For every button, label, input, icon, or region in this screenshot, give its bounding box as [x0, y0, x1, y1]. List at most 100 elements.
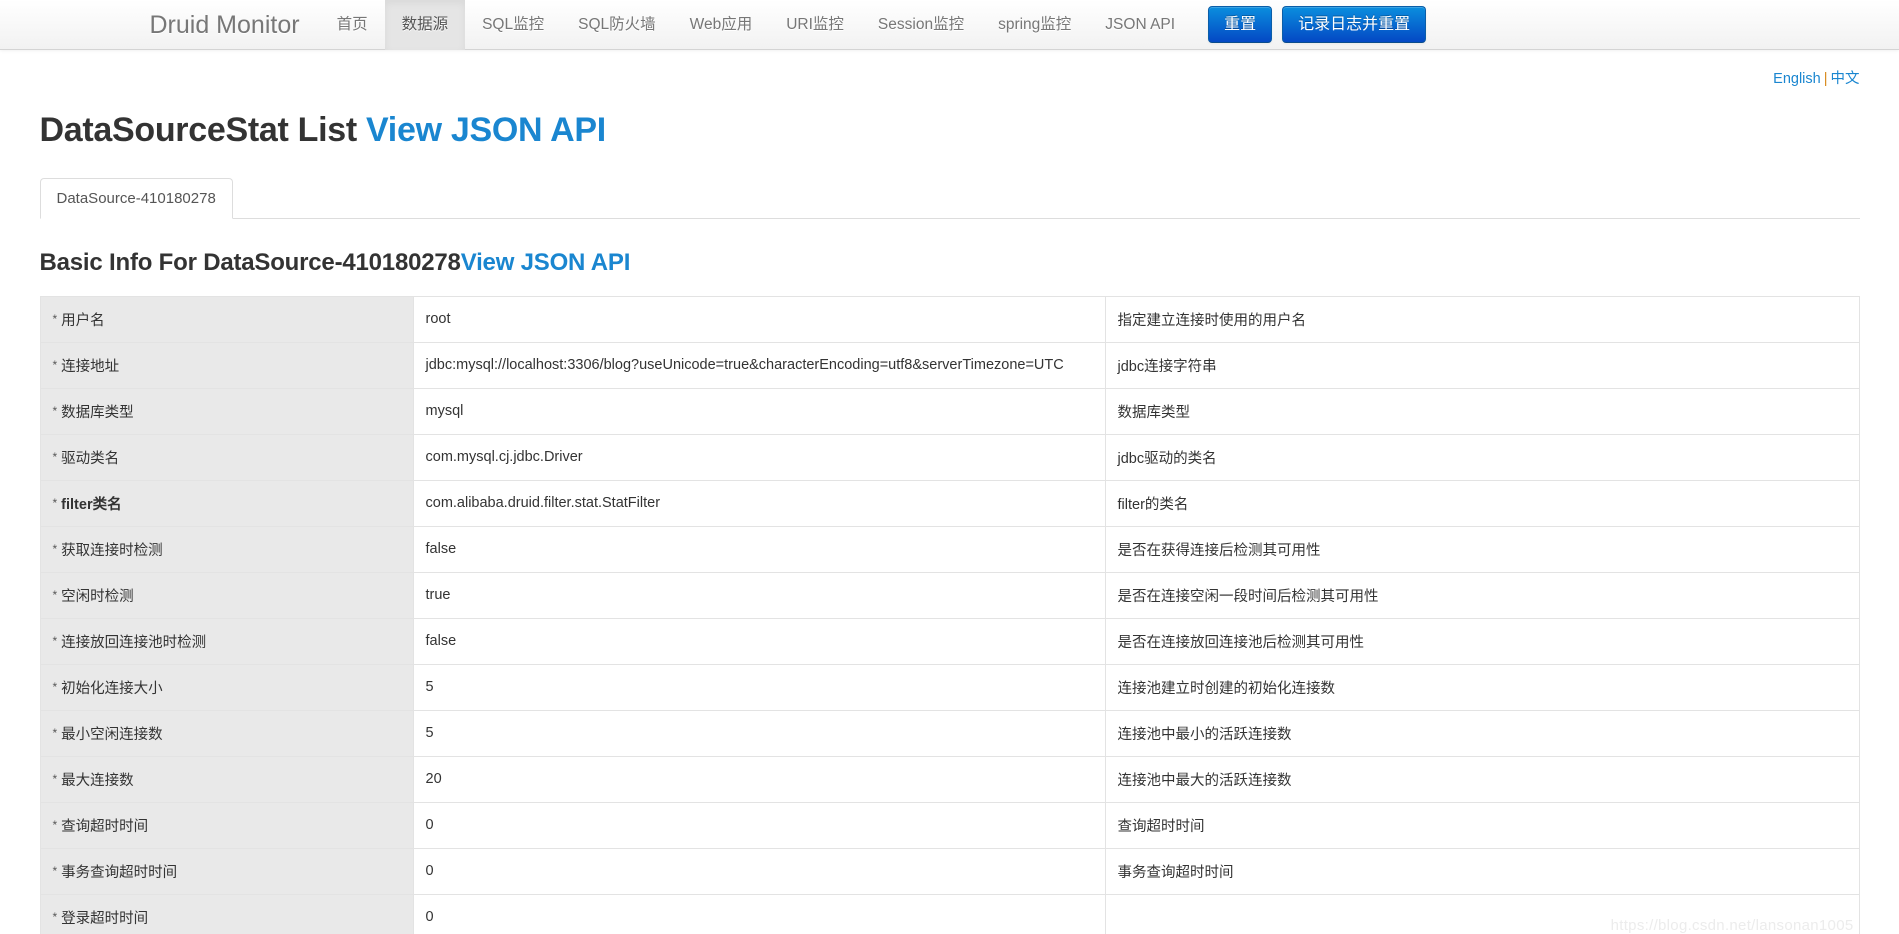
- row-label-text: 数据库类型: [61, 404, 134, 421]
- tab-datasource-410180278[interactable]: DataSource-410180278: [39, 177, 233, 219]
- row-description: jdbc连接字符串: [1105, 341, 1860, 389]
- row-label-text: 连接地址: [61, 358, 120, 375]
- page-title-text: DataSourceStat List: [39, 111, 358, 149]
- row-value: mysql: [413, 387, 1106, 435]
- nav-item-web-app-wrap: Web应用: [673, 0, 770, 49]
- nav-item-session-monitor[interactable]: Session监控: [861, 0, 981, 50]
- nav-item-session-monitor-wrap: Session监控: [861, 0, 981, 49]
- row-value: 5: [413, 709, 1106, 757]
- required-star: *: [52, 725, 58, 740]
- nav-item-sql-firewall-wrap: SQL防火墙: [561, 0, 673, 49]
- table-row: * 获取连接时检测 false 是否在获得连接后检测其可用性: [39, 525, 1860, 573]
- row-description: [1105, 893, 1860, 934]
- row-label: * 获取连接时检测: [39, 525, 414, 573]
- row-description: filter的类名: [1105, 479, 1860, 527]
- basic-info-heading: Basic Info For DataSource-410180278View …: [40, 248, 1860, 278]
- row-label-text: 登录超时时间: [61, 910, 149, 927]
- table-row: * 登录超时时间 0: [39, 893, 1860, 934]
- page-root: Druid Monitor 首页 数据源 SQL监控 SQL防火墙 Web应用 …: [0, 0, 1899, 934]
- nav-item-web-app[interactable]: Web应用: [673, 0, 770, 50]
- nav-item-datasource[interactable]: 数据源: [384, 0, 466, 50]
- lang-chinese-link[interactable]: 中文: [1831, 71, 1860, 87]
- table-row: * 连接放回连接池时检测 false 是否在连接放回连接池后检测其可用性: [39, 617, 1860, 665]
- nav-menu: 首页 数据源 SQL监控 SQL防火墙 Web应用 URI监控 Session监…: [320, 0, 1193, 50]
- view-json-api-link-top[interactable]: View JSON API: [366, 111, 606, 149]
- row-label: * 最小空闲连接数: [39, 709, 414, 757]
- nav-item-spring-monitor[interactable]: spring监控: [981, 0, 1088, 50]
- row-value: root: [413, 295, 1106, 343]
- table-row: * 数据库类型 mysql 数据库类型: [39, 387, 1860, 435]
- required-star: *: [52, 817, 58, 832]
- required-star: *: [52, 449, 58, 464]
- nav-item-sql-monitor[interactable]: SQL监控: [465, 0, 561, 50]
- table-row: * 事务查询超时时间 0 事务查询超时时间: [39, 847, 1860, 895]
- nav-item-uri-monitor[interactable]: URI监控: [769, 0, 861, 50]
- row-description: jdbc驱动的类名: [1105, 433, 1860, 481]
- table-row: * 最小空闲连接数 5 连接池中最小的活跃连接数: [39, 709, 1860, 757]
- row-label-text: filter类名: [61, 496, 122, 513]
- required-star: *: [52, 679, 58, 694]
- row-label-text: 空闲时检测: [61, 588, 134, 605]
- nav-item-home[interactable]: 首页: [320, 0, 385, 50]
- required-star: *: [52, 633, 58, 648]
- row-description: 事务查询超时时间: [1105, 847, 1860, 895]
- navbar-actions: 重置 记录日志并重置: [1208, 0, 1427, 49]
- table-row: * 空闲时检测 true 是否在连接空闲一段时间后检测其可用性: [39, 571, 1860, 619]
- table-row: * 驱动类名 com.mysql.cj.jdbc.Driver jdbc驱动的类名: [39, 433, 1860, 481]
- row-label: * 最大连接数: [39, 755, 414, 803]
- nav-item-json-api-wrap: JSON API: [1088, 0, 1192, 49]
- log-and-reset-button[interactable]: 记录日志并重置: [1282, 5, 1427, 44]
- row-value: 0: [413, 847, 1106, 895]
- required-star: *: [52, 587, 58, 602]
- nav-item-sql-firewall[interactable]: SQL防火墙: [561, 0, 673, 50]
- table-row: * 查询超时时间 0 查询超时时间: [39, 801, 1860, 849]
- navbar-inner: Druid Monitor 首页 数据源 SQL监控 SQL防火墙 Web应用 …: [149, 0, 1750, 50]
- row-description: 指定建立连接时使用的用户名: [1105, 295, 1860, 343]
- nav-item-spring-monitor-wrap: spring监控: [981, 0, 1088, 49]
- brand-title: Druid Monitor: [149, 11, 300, 39]
- row-label: * 用户名: [39, 295, 414, 343]
- basic-info-table-body: * 用户名 root 指定建立连接时使用的用户名 * 连接地址 jdbc:mysql…: [39, 295, 1860, 934]
- table-row: * filter类名 com.alibaba.druid.filter.stat.…: [39, 479, 1860, 527]
- required-star: *: [52, 495, 58, 510]
- required-star: *: [52, 403, 58, 418]
- row-value: 0: [413, 893, 1106, 934]
- row-label: * 连接放回连接池时检测: [39, 617, 414, 665]
- row-value: com.mysql.cj.jdbc.Driver: [413, 433, 1106, 481]
- row-value: 20: [413, 755, 1106, 803]
- row-value: com.alibaba.druid.filter.stat.StatFilter: [413, 479, 1106, 527]
- datasource-tab-bar: DataSource-410180278: [39, 177, 1860, 219]
- view-json-api-link-section[interactable]: View JSON API: [461, 249, 631, 276]
- row-description: 连接池建立时创建的初始化连接数: [1105, 663, 1860, 711]
- nav-item-uri-monitor-wrap: URI监控: [769, 0, 861, 49]
- language-switcher: English | 中文: [40, 50, 1860, 88]
- row-value: true: [413, 571, 1106, 619]
- row-label: * 驱动类名: [39, 433, 414, 481]
- basic-info-heading-text: Basic Info For DataSource-410180278: [39, 248, 461, 276]
- row-label-text: 连接放回连接池时检测: [61, 634, 207, 651]
- row-label: * filter类名: [39, 479, 414, 527]
- nav-item-sql-monitor-wrap: SQL监控: [465, 0, 561, 49]
- row-label: * 连接地址: [39, 341, 414, 389]
- table-row: * 最大连接数 20 连接池中最大的活跃连接数: [39, 755, 1860, 803]
- row-label-text: 用户名: [61, 312, 105, 329]
- nav-item-json-api[interactable]: JSON API: [1088, 0, 1192, 50]
- row-description: 数据库类型: [1105, 387, 1860, 435]
- row-description: 查询超时时间: [1105, 801, 1860, 849]
- row-description: 是否在连接放回连接池后检测其可用性: [1105, 617, 1860, 665]
- required-star: *: [52, 863, 58, 878]
- table-row: * 连接地址 jdbc:mysql://localhost:3306/blog?u…: [39, 341, 1860, 389]
- reset-button[interactable]: 重置: [1208, 5, 1273, 44]
- required-star: *: [52, 311, 58, 326]
- required-star: *: [52, 909, 58, 924]
- table-row: * 初始化连接大小 5 连接池建立时创建的初始化连接数: [39, 663, 1860, 711]
- row-label-text: 事务查询超时时间: [61, 864, 178, 881]
- page-title: DataSourceStat List View JSON API: [40, 110, 1860, 151]
- row-description: 是否在获得连接后检测其可用性: [1105, 525, 1860, 573]
- required-star: *: [52, 357, 58, 372]
- row-label-text: 获取连接时检测: [61, 542, 163, 559]
- row-value: false: [413, 525, 1106, 573]
- row-label-text: 最大连接数: [61, 772, 134, 789]
- lang-english-link[interactable]: English: [1773, 71, 1821, 87]
- content-container: English | 中文 DataSourceStat List View JSON…: [20, 50, 1880, 934]
